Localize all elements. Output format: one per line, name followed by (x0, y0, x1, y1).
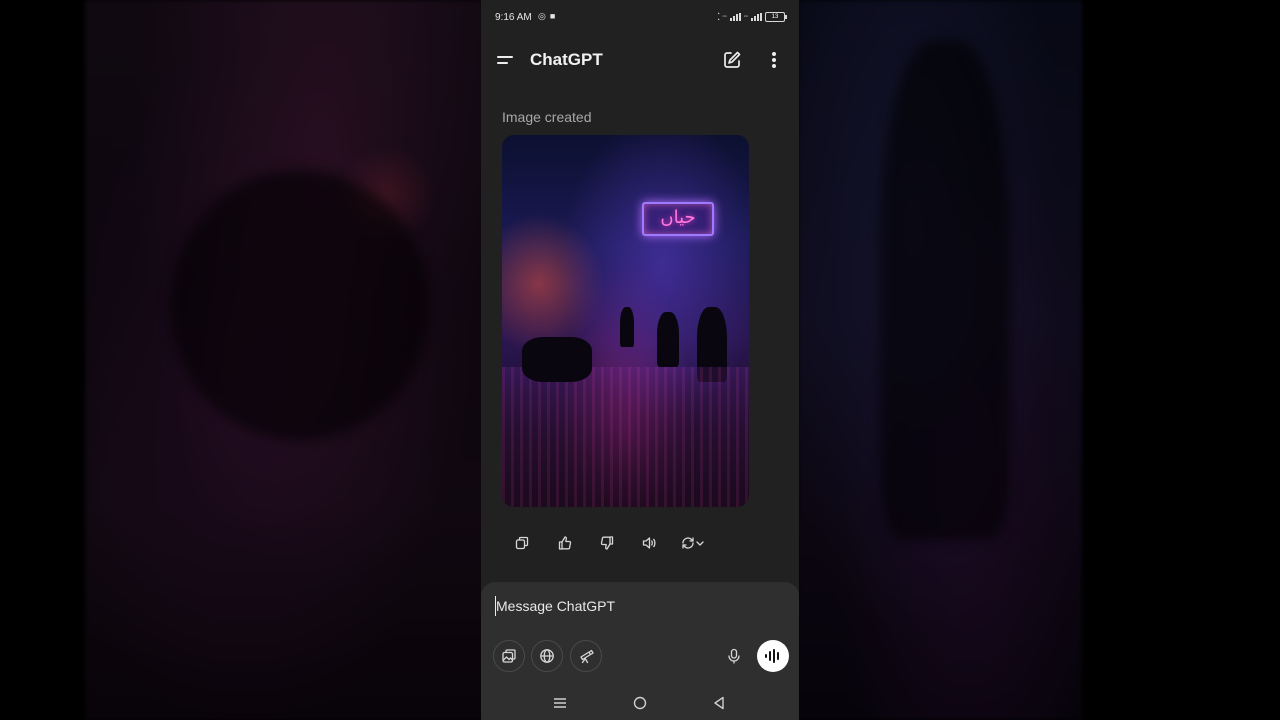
background-figure-shadow (880, 40, 1010, 540)
globe-icon[interactable] (531, 640, 563, 672)
app-header: ChatGPT (481, 40, 799, 80)
signal-2-icon (751, 13, 762, 21)
generated-image[interactable]: حیاں (502, 135, 749, 507)
video-record-icon: ■ (549, 11, 556, 21)
network-speed-icon: ▪ ▪ (717, 11, 720, 23)
new-chat-icon[interactable] (721, 49, 743, 71)
home-icon[interactable] (631, 694, 649, 712)
telescope-icon[interactable] (570, 640, 602, 672)
motorcycle-silhouette (522, 337, 592, 382)
speaker-icon[interactable] (639, 532, 661, 554)
regenerate-icon[interactable] (681, 532, 707, 554)
microphone-icon[interactable] (718, 640, 750, 672)
back-icon[interactable] (710, 694, 728, 712)
signal-1-icon (729, 13, 741, 21)
figure-silhouette (620, 307, 634, 347)
volte-icon: ▫▫ (722, 14, 727, 20)
image-created-label: Image created (502, 109, 592, 125)
app-title: ChatGPT (530, 50, 603, 69)
figure-silhouette (657, 312, 679, 367)
instagram-icon: ◎ (538, 11, 546, 21)
system-nav-bar (481, 690, 799, 716)
recents-icon[interactable] (551, 694, 569, 712)
background-motorcycle-shadow (170, 170, 430, 440)
battery-icon: 13 (765, 12, 787, 22)
status-bar: 9:16 AM ◎ ■ ▪ ▪ ▫▫ ▫▫ 13 (481, 0, 799, 34)
thumbs-down-icon[interactable] (596, 532, 618, 554)
neon-sign-text: حیاں (642, 202, 714, 236)
attach-image-icon[interactable] (493, 640, 525, 672)
status-notification-icons: ◎ ■ (538, 11, 555, 22)
status-time: 9:16 AM (495, 12, 532, 23)
phone-screen: 9:16 AM ◎ ■ ▪ ▪ ▫▫ ▫▫ 13 ChatGPT Image c… (481, 0, 799, 720)
menu-icon[interactable] (495, 50, 515, 70)
more-vertical-icon[interactable] (764, 49, 784, 71)
volte-2-icon: ▫▫ (743, 14, 748, 20)
screen: 9:16 AM ◎ ■ ▪ ▪ ▫▫ ▫▫ 13 ChatGPT Image c… (0, 0, 1280, 720)
copy-icon[interactable] (511, 532, 533, 554)
thumbs-up-icon[interactable] (554, 532, 576, 554)
wet-street (502, 367, 749, 507)
message-input[interactable] (495, 596, 776, 616)
status-indicators: ▪ ▪ ▫▫ ▫▫ 13 (717, 11, 787, 23)
message-actions (511, 532, 728, 554)
voice-mode-icon[interactable] (757, 640, 789, 672)
composer (481, 582, 799, 720)
